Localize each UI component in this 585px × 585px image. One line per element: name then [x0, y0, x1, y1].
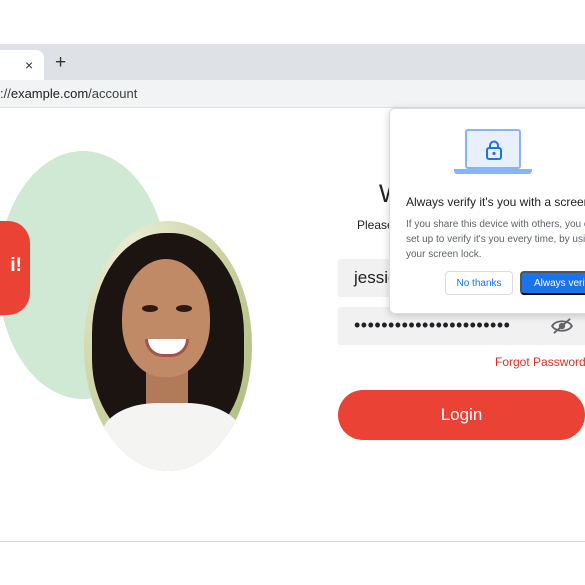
lock-icon	[486, 140, 502, 160]
browser-tab[interactable]: ×	[0, 50, 44, 80]
popup-title: Always verify it's you with a screen lo	[406, 195, 585, 209]
greeting-text: i!	[10, 255, 22, 276]
eye-off-icon[interactable]	[551, 317, 573, 335]
browser-window: × + ://example.com/account i! W Please j…	[0, 0, 585, 585]
url-path: /account	[88, 86, 138, 101]
photo-face	[122, 259, 210, 377]
tab-strip: × +	[0, 44, 585, 80]
photo-eye-left	[142, 305, 158, 312]
photo-shirt	[102, 403, 242, 471]
laptop-base	[454, 169, 532, 174]
profile-photo	[84, 221, 252, 471]
plus-icon[interactable]: +	[55, 53, 66, 72]
greeting-bubble: i!	[0, 221, 30, 315]
url-text[interactable]: ://example.com/account	[0, 86, 137, 101]
photo-smile	[145, 339, 189, 357]
address-bar[interactable]: ://example.com/account	[0, 80, 585, 108]
popup-body-line: your screen lock.	[406, 249, 482, 260]
popup-body-line: set up to verify it's you every time, by…	[406, 234, 585, 245]
laptop-illustration	[465, 129, 521, 169]
url-host: example.com	[10, 86, 89, 101]
no-thanks-button[interactable]: No thanks	[445, 271, 513, 295]
popup-body-line: If you share this device with others, yo…	[406, 219, 585, 230]
password-value: •••••••••••••••••••••••	[354, 315, 511, 335]
popup-body: If you share this device with others, yo…	[406, 217, 585, 262]
close-icon[interactable]: ×	[25, 56, 33, 74]
forgot-password-link[interactable]: Forgot Password?	[495, 355, 585, 369]
divider	[0, 541, 585, 542]
url-prefix: ://	[0, 86, 11, 101]
screen-lock-popup: Always verify it's you with a screen lo …	[389, 108, 585, 314]
always-verify-button[interactable]: Always verify	[520, 271, 585, 295]
login-button[interactable]: Login	[338, 390, 585, 440]
photo-eye-right	[176, 305, 192, 312]
